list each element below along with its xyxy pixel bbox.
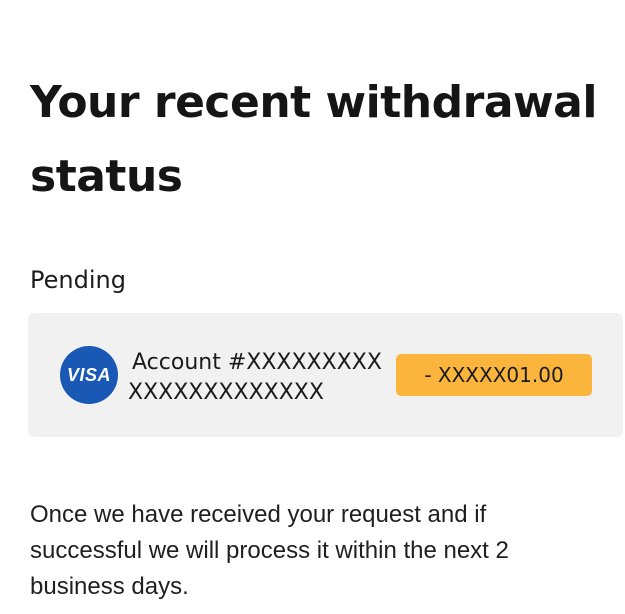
visa-icon: VISA — [60, 346, 118, 404]
status-label: Pending — [30, 266, 126, 294]
account-number-continued: XXXXXXXXXXXXX — [128, 380, 324, 405]
withdrawal-card[interactable]: VISA Account #XXXXXXXXX XXXXXXXXXXXXX - … — [28, 313, 623, 437]
account-number: Account #XXXXXXXXX — [132, 350, 382, 375]
amount-badge: - XXXXX01.00 — [396, 354, 592, 396]
visa-logo-text: VISA — [66, 364, 111, 385]
status-description: Once we have received your request and i… — [30, 501, 509, 600]
page-title: Your recent withdrawal status — [30, 77, 597, 202]
